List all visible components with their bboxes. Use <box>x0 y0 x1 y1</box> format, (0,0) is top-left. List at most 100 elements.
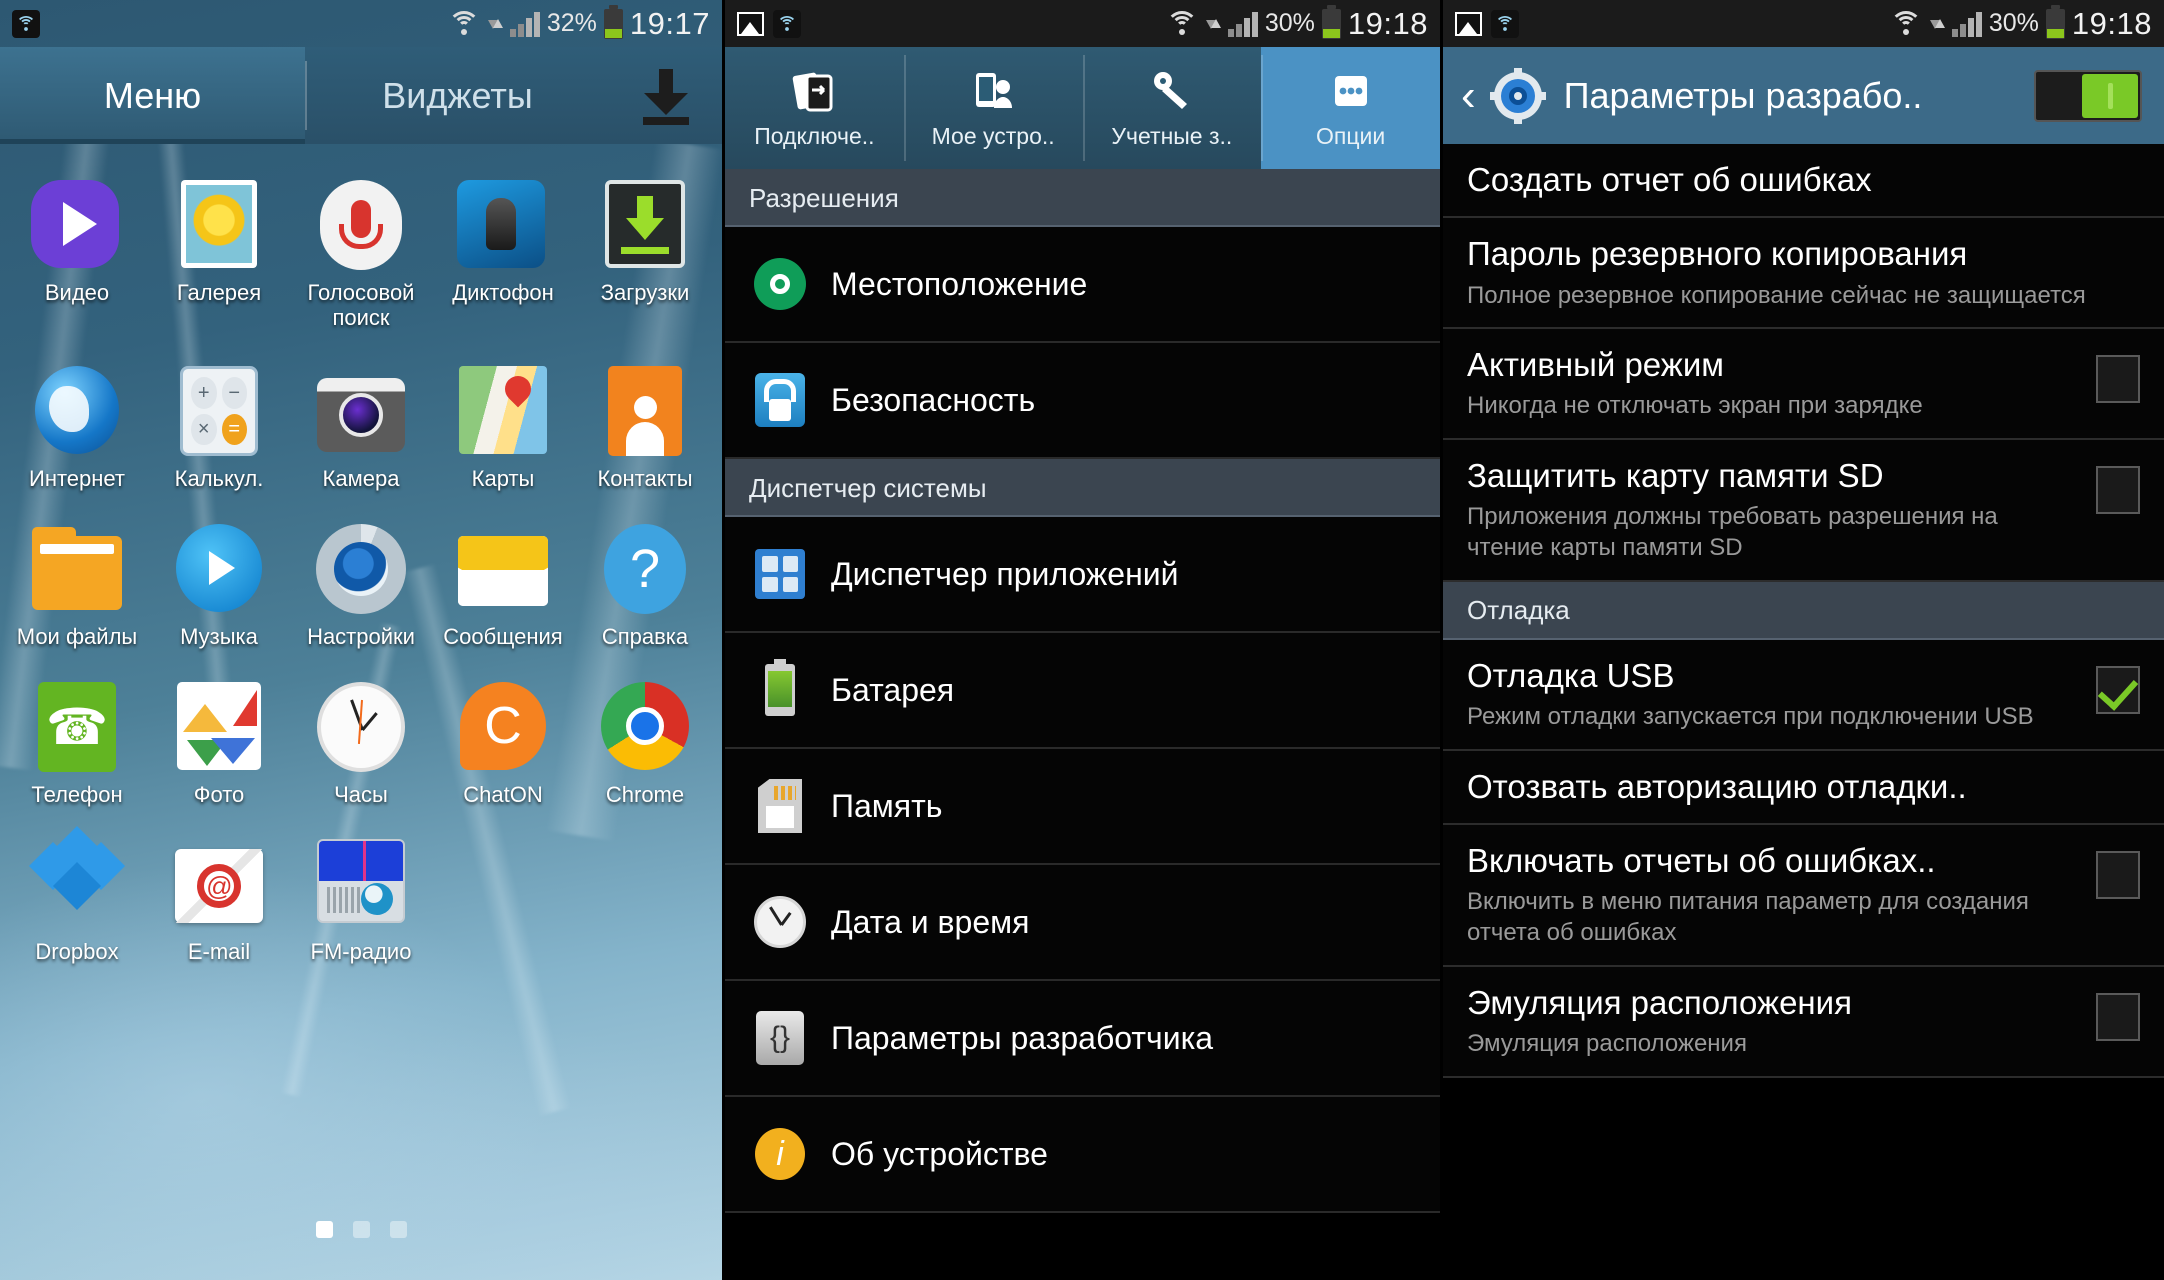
row-subtitle: Режим отладки запускается при подключени… <box>1467 703 2034 731</box>
signal-icon <box>509 11 540 37</box>
settings-item-developer-options[interactable]: {} Параметры разработчика <box>725 981 1440 1097</box>
app-icon-my-files[interactable]: Мои файлы <box>6 516 148 650</box>
developer-status-bar: 30% 19:18 <box>1443 0 2164 47</box>
dropbox-icon <box>28 826 126 931</box>
settings-item-about-device[interactable]: i Об устройстве <box>725 1097 1440 1213</box>
clock-label: 19:17 <box>629 5 710 41</box>
app-icon-photos[interactable]: Фото <box>148 674 290 808</box>
row-title: Отладка USB <box>1467 656 1675 694</box>
app-icon-settings[interactable]: Настройки <box>290 516 432 650</box>
developer-row-mock-locations[interactable]: Эмуляция расположения Эмуляция расположе… <box>1443 966 2164 1078</box>
settings-tab-bar: Подключе.. Мое устро.. Учетные з.. Опции <box>725 47 1440 169</box>
tab-label: Мое устро.. <box>931 123 1055 149</box>
app-icon-messages[interactable]: Сообщения <box>432 516 574 650</box>
app-icon-chaton[interactable]: C ChatON <box>432 674 574 808</box>
app-icon-music[interactable]: Музыка <box>148 516 290 650</box>
settings-panel: 30% 19:18 Подключе.. Мое устро.. Учетные… <box>722 0 1440 1280</box>
data-arrows-icon <box>487 14 503 34</box>
wifi-icon <box>447 10 481 37</box>
app-icon-phone[interactable]: ☎ Телефон <box>6 674 148 808</box>
developer-row-protect-sd-card[interactable]: Защитить карту памяти SD Приложения долж… <box>1443 440 2164 582</box>
app-row: Dropbox @ E-mail FM-радио <box>6 826 716 965</box>
chaton-icon: C <box>457 681 549 774</box>
calculator-icon: + − × = <box>173 366 265 458</box>
chrome-icon <box>599 681 691 774</box>
checkbox-usb-debugging[interactable] <box>2096 665 2140 714</box>
app-icon-email[interactable]: @ E-mail <box>148 831 290 965</box>
app-icon-chrome[interactable]: Chrome <box>574 674 716 808</box>
developer-row-stay-awake[interactable]: Активный режим Никогда не отключать экра… <box>1443 329 2164 441</box>
app-label: Диктофон <box>452 280 554 305</box>
page-indicator <box>0 1221 722 1238</box>
section-header-permissions: Разрешения <box>725 169 1440 227</box>
tab-options[interactable]: Опции <box>1261 47 1440 169</box>
back-chevron-icon[interactable]: ‹ <box>1461 73 1476 118</box>
settings-status-bar: 30% 19:18 <box>725 0 1440 47</box>
app-label: Музыка <box>180 623 258 649</box>
tab-label: Опции <box>1316 123 1386 149</box>
location-icon <box>749 253 811 315</box>
tab-accounts[interactable]: Учетные з.. <box>1082 47 1262 169</box>
checkbox-power-menu-bug-reports[interactable] <box>2096 851 2140 900</box>
settings-item-battery[interactable]: Батарея <box>725 633 1440 749</box>
wifi-icon <box>773 9 801 38</box>
battery-percent-label: 32% <box>546 9 597 37</box>
app-grid: Видео Галерея Голосовой поиск Диктофон З… <box>0 144 722 965</box>
accounts-icon <box>1149 66 1195 116</box>
app-icon-maps[interactable]: Карты <box>432 358 574 492</box>
app-icon-dropbox[interactable]: Dropbox <box>6 826 148 965</box>
app-icon-voice-recorder[interactable]: Диктофон <box>432 172 574 330</box>
section-header-debugging: Отладка <box>1443 581 2164 640</box>
app-icon-video[interactable]: Видео <box>6 172 148 330</box>
app-icon-fm-radio[interactable]: FM-радио <box>290 831 432 965</box>
settings-item-application-manager[interactable]: Диспетчер приложений <box>725 517 1440 633</box>
tab-widgets[interactable]: Виджеты <box>305 47 610 144</box>
settings-item-security[interactable]: Безопасность <box>725 343 1440 459</box>
app-icon-downloads[interactable]: Загрузки <box>574 172 716 330</box>
app-icon-gallery[interactable]: Галерея <box>148 172 290 330</box>
home-screen-panel: 32% 19:17 Меню Виджеты Видео Галерея Гол… <box>0 0 722 1280</box>
app-label: Мои файлы <box>16 623 138 649</box>
page-dot[interactable] <box>389 1221 407 1238</box>
app-icon-calculator[interactable]: + − × = Калькул. <box>148 358 290 492</box>
app-icon-camera[interactable]: Камера <box>290 358 432 492</box>
more-options-icon <box>1328 66 1374 116</box>
app-icon-contacts[interactable]: Контакты <box>574 358 716 492</box>
battery-icon <box>749 659 811 721</box>
row-title: Отозвать авторизацию отладки.. <box>1467 767 1967 805</box>
page-dot[interactable] <box>352 1221 370 1238</box>
app-label: Видео <box>44 280 110 305</box>
page-dot[interactable] <box>315 1221 333 1238</box>
lock-icon <box>749 369 811 431</box>
battery-icon <box>603 4 623 39</box>
checkbox-mock-locations[interactable] <box>2096 992 2140 1041</box>
app-label: Голосовой поиск <box>307 280 415 330</box>
globe-icon <box>31 366 123 458</box>
app-icon-voice-search[interactable]: Голосовой поиск <box>290 172 432 330</box>
camera-icon <box>315 366 407 458</box>
app-icon-clock[interactable]: Часы <box>290 674 432 808</box>
developer-row-power-menu-bug-reports[interactable]: Включать отчеты об ошибках.. Включить в … <box>1443 825 2164 967</box>
tab-connections[interactable]: Подключе.. <box>725 47 904 169</box>
settings-item-date-time[interactable]: Дата и время <box>725 865 1440 981</box>
downloads-shortcut[interactable] <box>610 47 722 144</box>
developer-row-usb-debugging[interactable]: Отладка USB Режим отладки запускается пр… <box>1443 639 2164 751</box>
app-icon-help[interactable]: ? Справка <box>574 516 716 650</box>
page-title: Параметры разрабо.. <box>1563 74 1923 116</box>
battery-icon <box>2045 4 2065 39</box>
app-label: Сообщения <box>443 623 563 649</box>
app-label: Загрузки <box>600 280 690 305</box>
checkbox-stay-awake[interactable] <box>2096 355 2140 404</box>
checkbox-protect-sd-card[interactable] <box>2096 466 2140 515</box>
settings-item-location[interactable]: Местоположение <box>725 227 1440 343</box>
tab-my-device[interactable]: Мое устро.. <box>903 47 1083 169</box>
row-subtitle: Полное резервное копирование сейчас не з… <box>1467 281 2086 309</box>
developer-row-backup-password[interactable]: Пароль резервного копирования Полное рез… <box>1443 218 2164 330</box>
developer-row-bug-report[interactable]: Создать отчет об ошибках <box>1443 144 2164 219</box>
tab-menu[interactable]: Меню <box>0 47 305 144</box>
settings-item-storage[interactable]: Память <box>725 749 1440 865</box>
app-icon-internet[interactable]: Интернет <box>6 358 148 492</box>
developer-row-revoke-usb-authorizations[interactable]: Отозвать авторизацию отладки.. <box>1443 750 2164 826</box>
sd-card-icon <box>749 775 811 837</box>
master-toggle[interactable] <box>2034 69 2142 122</box>
